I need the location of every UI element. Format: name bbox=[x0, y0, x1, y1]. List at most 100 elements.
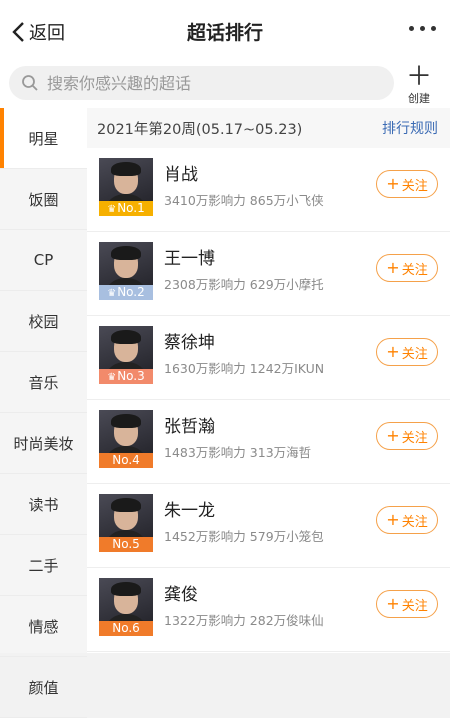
topic-name[interactable]: 朱一龙 bbox=[164, 496, 215, 521]
follow-label: 关注 bbox=[401, 178, 428, 194]
follow-button[interactable]: + 关注 bbox=[376, 422, 438, 450]
create-label: 创建 bbox=[408, 92, 430, 105]
rank-label: No.3 bbox=[117, 369, 145, 383]
sidebar-item-4[interactable]: 音乐 bbox=[0, 352, 87, 413]
topic-name[interactable]: 龚俊 bbox=[164, 580, 198, 605]
sidebar-item-8[interactable]: 情感 bbox=[0, 596, 87, 657]
ranking-row[interactable]: ♛No.1 肖战 3410万影响力 865万小飞侠 + 关注 bbox=[87, 148, 450, 232]
avatar-hair bbox=[111, 414, 141, 428]
avatar-hair bbox=[111, 582, 141, 596]
influence-count: 1630万影响力 bbox=[164, 361, 246, 376]
sidebar-item-3[interactable]: 校园 bbox=[0, 291, 87, 352]
follow-label: 关注 bbox=[401, 514, 428, 530]
ranking-row[interactable]: ♛No.3 蔡徐坤 1630万影响力 1242万IKUN + 关注 bbox=[87, 316, 450, 400]
dot-icon bbox=[431, 26, 436, 31]
follow-label: 关注 bbox=[401, 262, 428, 278]
follow-label: 关注 bbox=[401, 346, 428, 362]
search-box[interactable] bbox=[9, 66, 394, 100]
ranking-row[interactable]: No.5 朱一龙 1452万影响力 579万小笼包 + 关注 bbox=[87, 484, 450, 568]
top-bar: 返回 超话排行 bbox=[0, 0, 450, 62]
avatar[interactable]: ♛No.3 bbox=[99, 326, 153, 384]
topic-name[interactable]: 张哲瀚 bbox=[164, 412, 215, 437]
avatar-hair bbox=[111, 246, 141, 260]
influence-count: 1322万影响力 bbox=[164, 613, 246, 628]
rank-badge: No.6 bbox=[99, 621, 153, 636]
avatar-hair bbox=[111, 162, 141, 176]
fan-count: 579万小笼包 bbox=[249, 529, 324, 544]
ranking-row[interactable]: No.6 龚俊 1322万影响力 282万俊味仙 + 关注 bbox=[87, 568, 450, 652]
plus-icon: + bbox=[386, 594, 400, 613]
avatar[interactable]: No.6 bbox=[99, 578, 153, 636]
plus-icon: + bbox=[386, 426, 400, 445]
influence-count: 1483万影响力 bbox=[164, 445, 246, 460]
more-options-button[interactable] bbox=[409, 26, 436, 31]
category-sidebar: 明星 饭圈 CP 校园 音乐 时尚美妆 读书 二手 情感 颜值 bbox=[0, 108, 87, 718]
ranking-row[interactable]: ♛No.2 王一博 2308万影响力 629万小摩托 + 关注 bbox=[87, 232, 450, 316]
sidebar-item-0[interactable]: 明星 bbox=[0, 108, 87, 169]
follow-button[interactable]: + 关注 bbox=[376, 254, 438, 282]
rank-badge: No.5 bbox=[99, 537, 153, 552]
rank-badge: No.4 bbox=[99, 453, 153, 468]
topic-meta: 1322万影响力 282万俊味仙 bbox=[164, 610, 324, 629]
plus-icon: + bbox=[386, 342, 400, 361]
influence-count: 2308万影响力 bbox=[164, 277, 246, 292]
rank-label: No.4 bbox=[112, 453, 140, 467]
follow-button[interactable]: + 关注 bbox=[376, 338, 438, 366]
rank-label: No.5 bbox=[112, 537, 140, 551]
dot-icon bbox=[420, 26, 425, 31]
fan-count: 629万小摩托 bbox=[249, 277, 324, 292]
plus-icon: ＋ bbox=[405, 62, 432, 92]
avatar[interactable]: ♛No.1 bbox=[99, 158, 153, 216]
fan-count: 1242万IKUN bbox=[249, 361, 325, 376]
ranking-list: ♛No.1 肖战 3410万影响力 865万小飞侠 + 关注 ♛No.2 王一博 2308万影… bbox=[87, 148, 450, 652]
follow-label: 关注 bbox=[401, 430, 428, 446]
sidebar-item-2[interactable]: CP bbox=[0, 230, 87, 291]
avatar-hair bbox=[111, 330, 141, 344]
rank-label: No.1 bbox=[117, 201, 145, 215]
topic-name[interactable]: 蔡徐坤 bbox=[164, 328, 215, 353]
follow-button[interactable]: + 关注 bbox=[376, 506, 438, 534]
follow-button[interactable]: + 关注 bbox=[376, 590, 438, 618]
topic-meta: 1483万影响力 313万海哲 bbox=[164, 442, 311, 461]
sidebar-item-6[interactable]: 读书 bbox=[0, 474, 87, 535]
dot-icon bbox=[409, 26, 414, 31]
week-label: 2021年第20周(05.17~05.23) bbox=[97, 121, 303, 138]
topic-name[interactable]: 肖战 bbox=[164, 160, 198, 185]
topic-meta: 3410万影响力 865万小飞侠 bbox=[164, 190, 324, 209]
ranking-rules-link[interactable]: 排行规则 bbox=[382, 118, 438, 138]
fan-count: 865万小飞侠 bbox=[249, 193, 324, 208]
fan-count: 282万俊味仙 bbox=[249, 613, 324, 628]
follow-button[interactable]: + 关注 bbox=[376, 170, 438, 198]
create-button[interactable]: ＋ 创建 bbox=[402, 64, 436, 106]
rank-badge: ♛No.2 bbox=[99, 285, 153, 300]
week-header: 2021年第20周(05.17~05.23) 排行规则 bbox=[87, 108, 450, 148]
rank-label: No.6 bbox=[112, 621, 140, 635]
sidebar-item-1[interactable]: 饭圈 bbox=[0, 169, 87, 230]
topic-meta: 1452万影响力 579万小笼包 bbox=[164, 526, 324, 545]
avatar[interactable]: No.5 bbox=[99, 494, 153, 552]
avatar-hair bbox=[111, 498, 141, 512]
rank-badge: ♛No.3 bbox=[99, 369, 153, 384]
avatar[interactable]: No.4 bbox=[99, 410, 153, 468]
search-input[interactable] bbox=[47, 73, 367, 93]
topic-name[interactable]: 王一博 bbox=[164, 244, 215, 269]
fan-count: 313万海哲 bbox=[249, 445, 312, 460]
crown-icon: ♛ bbox=[107, 204, 117, 215]
follow-label: 关注 bbox=[401, 598, 428, 614]
search-icon bbox=[22, 75, 38, 91]
influence-count: 1452万影响力 bbox=[164, 529, 246, 544]
topic-meta: 2308万影响力 629万小摩托 bbox=[164, 274, 324, 293]
topic-meta: 1630万影响力 1242万IKUN bbox=[164, 358, 324, 377]
rank-label: No.2 bbox=[117, 285, 145, 299]
crown-icon: ♛ bbox=[107, 288, 117, 299]
page-title: 超话排行 bbox=[186, 22, 263, 44]
avatar[interactable]: ♛No.2 bbox=[99, 242, 153, 300]
rank-badge: ♛No.1 bbox=[99, 201, 153, 216]
ranking-row[interactable]: No.4 张哲瀚 1483万影响力 313万海哲 + 关注 bbox=[87, 400, 450, 484]
sidebar-item-5[interactable]: 时尚美妆 bbox=[0, 413, 87, 474]
ranking-panel: 2021年第20周(05.17~05.23) 排行规则 ♛No.1 肖战 3410万… bbox=[87, 108, 450, 653]
plus-icon: + bbox=[386, 510, 400, 529]
influence-count: 3410万影响力 bbox=[164, 193, 246, 208]
sidebar-item-9[interactable]: 颜值 bbox=[0, 657, 87, 718]
sidebar-item-7[interactable]: 二手 bbox=[0, 535, 87, 596]
